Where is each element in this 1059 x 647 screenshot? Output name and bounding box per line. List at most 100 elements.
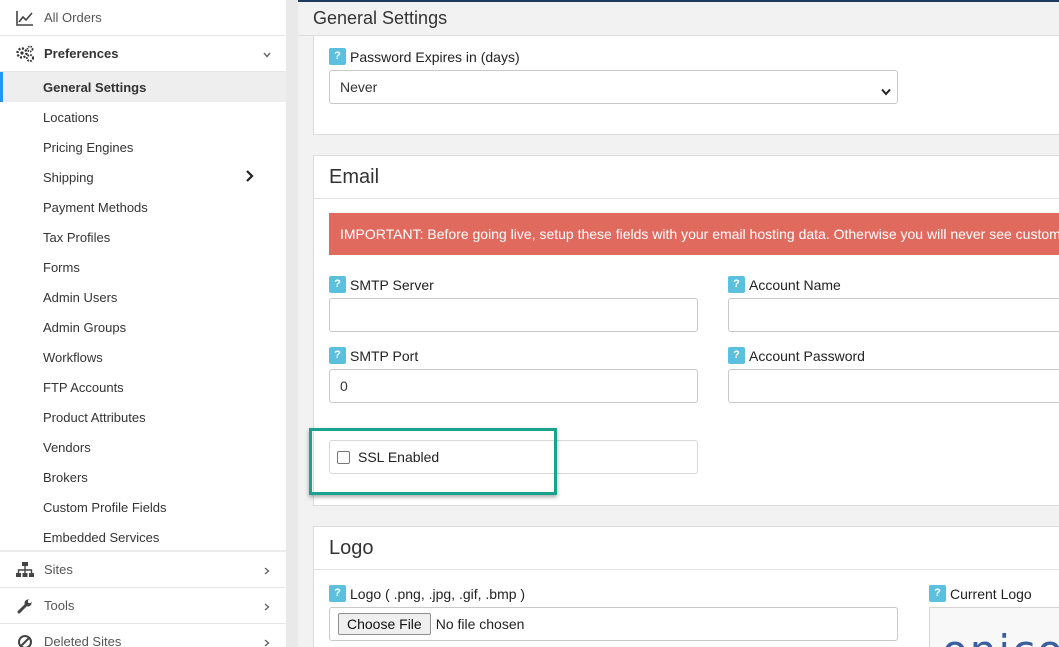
nav-all-orders[interactable]: All Orders (0, 0, 286, 36)
help-icon[interactable]: ? (929, 585, 946, 602)
sidebar-item-forms[interactable]: Forms (0, 252, 286, 282)
help-icon[interactable]: ? (329, 585, 346, 602)
sidebar-item-label: Payment Methods (43, 199, 148, 215)
password-expires-label: ? Password Expires in (days) (329, 48, 520, 65)
account-password-label-text: Account Password (749, 347, 865, 364)
ssl-enabled-label[interactable]: SSL Enabled (358, 449, 439, 465)
sidebar-item-label: Product Attributes (43, 409, 146, 425)
sidebar-item-label: Tax Profiles (43, 229, 111, 245)
current-logo-label-text: Current Logo (950, 585, 1032, 602)
current-logo-image: onico (929, 607, 1059, 647)
sidebar-item-ftp-accounts[interactable]: FTP Accounts (0, 372, 286, 402)
sidebar-item-admin-groups[interactable]: Admin Groups (0, 312, 286, 342)
sidebar-item-custom-profile-fields[interactable]: Custom Profile Fields (0, 492, 286, 522)
password-card: ? Password Expires in (days) Never (313, 36, 1059, 135)
logo-heading: Logo (329, 537, 374, 559)
help-icon[interactable]: ? (329, 276, 346, 293)
sidebar-item-tax-profiles[interactable]: Tax Profiles (0, 222, 286, 252)
nav-sites[interactable]: Sites (0, 552, 286, 588)
chevron-right-icon (244, 169, 256, 186)
ban-icon (14, 631, 36, 647)
email-alert: IMPORTANT: Before going live, setup thes… (329, 213, 1059, 255)
sidebar-item-general-settings[interactable]: General Settings (0, 72, 286, 102)
ssl-enabled-field: SSL Enabled (329, 440, 698, 474)
help-icon[interactable]: ? (728, 347, 745, 364)
logo-file-input: Choose File No file chosen (329, 607, 898, 641)
sidebar-item-label: Custom Profile Fields (43, 499, 167, 515)
chevron-down-icon (881, 83, 891, 99)
chevron-right-icon (262, 635, 272, 647)
sidebar-item-label: Admin Users (43, 289, 118, 305)
email-card-header: Email (314, 156, 1059, 199)
password-expires-label-text: Password Expires in (days) (350, 48, 520, 65)
sidebar-item-label: Workflows (43, 349, 103, 365)
no-file-text: No file chosen (435, 616, 525, 632)
smtp-port-label: ? SMTP Port (329, 347, 418, 364)
current-logo-label: ? Current Logo (929, 585, 1032, 602)
account-password-input[interactable] (728, 369, 1059, 403)
sidebar: All Orders Preferences General Settings … (0, 0, 286, 647)
sidebar-item-label: Brokers (43, 469, 88, 485)
sidebar-item-label: Admin Groups (43, 319, 127, 335)
sidebar-item-workflows[interactable]: Workflows (0, 342, 286, 372)
logo-upload-label: ? Logo ( .png, .jpg, .gif, .bmp ) (329, 585, 525, 602)
sidebar-item-label: General Settings (43, 79, 147, 95)
nav-all-orders-label: All Orders (44, 10, 102, 25)
current-logo-text: onico (942, 626, 1059, 647)
help-icon[interactable]: ? (728, 276, 745, 293)
smtp-server-label: ? SMTP Server (329, 276, 434, 293)
account-name-input[interactable] (728, 298, 1059, 332)
help-icon[interactable]: ? (329, 48, 346, 65)
email-heading: Email (329, 166, 380, 188)
scroll-gutter (286, 0, 298, 647)
gears-icon (14, 43, 36, 65)
nav-preferences[interactable]: Preferences (0, 36, 286, 72)
top-border (298, 0, 1059, 2)
smtp-port-label-text: SMTP Port (350, 347, 419, 364)
sidebar-item-label: Pricing Engines (43, 139, 134, 155)
account-password-label: ? Account Password (728, 347, 865, 364)
sidebar-item-label: Locations (43, 109, 99, 125)
sidebar-item-label: Forms (43, 259, 80, 275)
sitemap-icon (14, 559, 36, 581)
smtp-port-input[interactable]: 0 (329, 369, 698, 403)
nav-tools[interactable]: Tools (0, 588, 286, 624)
account-name-label: ? Account Name (728, 276, 841, 293)
ssl-enabled-checkbox[interactable] (337, 450, 350, 464)
logo-upload-label-text: Logo ( .png, .jpg, .gif, .bmp ) (350, 585, 526, 602)
nav-sites-label: Sites (44, 562, 73, 577)
smtp-server-label-text: SMTP Server (350, 276, 434, 293)
wrench-icon (14, 595, 36, 617)
smtp-port-value: 0 (340, 378, 348, 394)
email-card: Email IMPORTANT: Before going live, setu… (313, 155, 1059, 506)
logo-card: Logo ? Logo ( .png, .jpg, .gif, .bmp ) C… (313, 526, 1059, 647)
sidebar-item-brokers[interactable]: Brokers (0, 462, 286, 492)
sidebar-item-product-attributes[interactable]: Product Attributes (0, 402, 286, 432)
sidebar-item-label: Vendors (43, 439, 91, 455)
nav-deleted-sites-label: Deleted Sites (44, 634, 122, 647)
logo-card-header: Logo (314, 527, 1059, 570)
sidebar-item-locations[interactable]: Locations (0, 102, 286, 132)
password-expires-value: Never (340, 79, 378, 95)
chart-line-icon (14, 7, 36, 29)
choose-file-button[interactable]: Choose File (338, 613, 431, 635)
smtp-server-input[interactable] (329, 298, 698, 332)
sidebar-item-label: Embedded Services (43, 529, 160, 545)
sidebar-item-vendors[interactable]: Vendors (0, 432, 286, 462)
main-content: General Settings ? Password Expires in (… (298, 0, 1059, 647)
sidebar-item-pricing-engines[interactable]: Pricing Engines (0, 132, 286, 162)
sidebar-item-label: FTP Accounts (43, 379, 124, 395)
chevron-right-icon (262, 563, 272, 581)
sidebar-item-shipping[interactable]: Shipping (0, 162, 286, 192)
page-title: General Settings (313, 8, 448, 28)
chevron-right-icon (262, 599, 272, 617)
help-icon[interactable]: ? (329, 347, 346, 364)
nav-deleted-sites[interactable]: Deleted Sites (0, 624, 286, 647)
nav-preferences-label: Preferences (44, 46, 119, 61)
sidebar-item-label: Shipping (43, 169, 94, 185)
chevron-down-icon (262, 47, 272, 65)
password-expires-select[interactable]: Never (329, 70, 898, 104)
sidebar-item-embedded-services[interactable]: Embedded Services (0, 522, 286, 552)
sidebar-item-payment-methods[interactable]: Payment Methods (0, 192, 286, 222)
sidebar-item-admin-users[interactable]: Admin Users (0, 282, 286, 312)
